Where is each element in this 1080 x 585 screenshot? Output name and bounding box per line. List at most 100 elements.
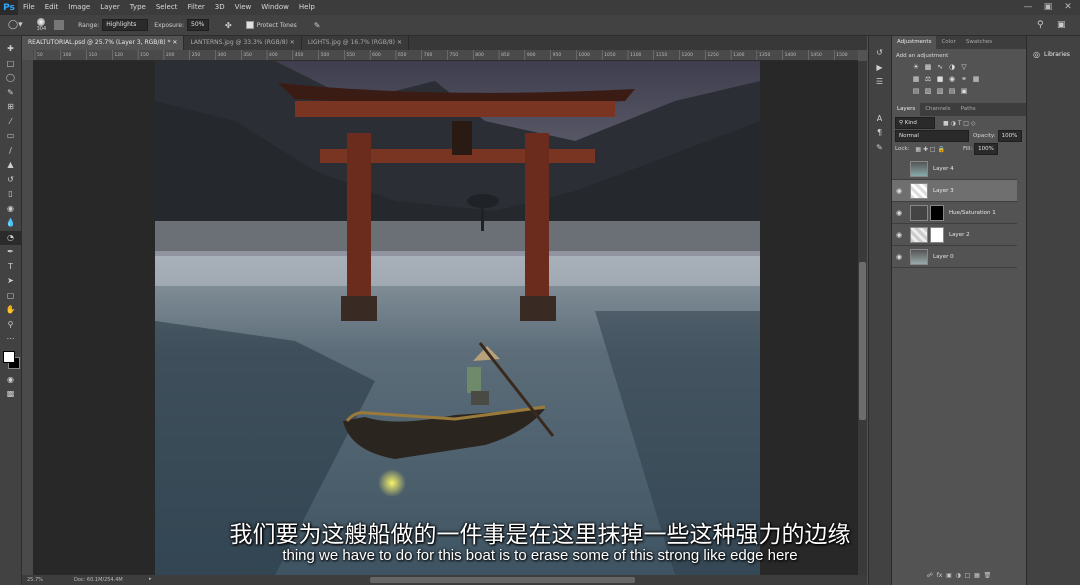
menu-file[interactable]: File bbox=[18, 0, 40, 15]
new-layer-icon[interactable]: ▦ bbox=[974, 572, 980, 579]
hue-saturation-icon[interactable]: ▦ bbox=[910, 75, 922, 83]
clone-stamp-tool-icon[interactable]: ▲ bbox=[0, 158, 21, 173]
paragraph-panel-icon[interactable]: ¶ bbox=[869, 126, 890, 141]
menu-type[interactable]: Type bbox=[125, 0, 151, 15]
path-selection-tool-icon[interactable]: ➤ bbox=[0, 274, 21, 289]
menu-help[interactable]: Help bbox=[294, 0, 320, 15]
screen-mode-icon[interactable]: ▩ bbox=[0, 387, 21, 402]
menu-3d[interactable]: 3D bbox=[210, 0, 230, 15]
horizontal-ruler[interactable]: 50 100 110 120 150 200 250 300 350 400 450 500 550 60… bbox=[33, 50, 858, 61]
type-tool-icon[interactable]: T bbox=[0, 260, 21, 275]
eye-icon[interactable]: ◉ bbox=[892, 231, 906, 239]
character-panel-icon[interactable]: A bbox=[869, 112, 890, 127]
new-group-icon[interactable]: □ bbox=[965, 572, 971, 579]
more-tools-icon[interactable]: ⋯ bbox=[0, 332, 21, 347]
tab-lanterns[interactable]: LANTERNS.jpg @ 33.3% (RGB/8) ✕ bbox=[184, 36, 302, 50]
close-tab-icon[interactable]: ✕ bbox=[397, 39, 402, 46]
history-brush-tool-icon[interactable]: ↺ bbox=[0, 173, 21, 188]
menu-select[interactable]: Select bbox=[151, 0, 183, 15]
exposure-field[interactable]: 50% bbox=[187, 19, 209, 31]
menu-edit[interactable]: Edit bbox=[40, 0, 64, 15]
dodge-tool-icon[interactable]: ◔ bbox=[0, 230, 21, 245]
fx-icon[interactable]: fx bbox=[937, 572, 943, 579]
move-tool-icon[interactable]: ✚ bbox=[0, 42, 21, 57]
workspace-icon[interactable]: ▣ bbox=[1057, 20, 1066, 30]
brightness-contrast-icon[interactable]: ☀ bbox=[910, 63, 922, 71]
brush-panel-icon[interactable] bbox=[54, 20, 65, 30]
tab-paths[interactable]: Paths bbox=[956, 103, 981, 116]
layer-row[interactable]: ◉ Layer 2 bbox=[892, 224, 1017, 246]
search-icon[interactable]: ⚲ bbox=[1037, 20, 1044, 30]
paint-bucket-tool-icon[interactable]: ◉ bbox=[0, 202, 21, 217]
properties-panel-icon[interactable]: ☰ bbox=[869, 75, 890, 90]
blur-tool-icon[interactable]: 💧 bbox=[0, 216, 21, 231]
eyedropper-tool-icon[interactable]: ⁄ bbox=[0, 115, 21, 130]
document-image[interactable] bbox=[155, 61, 760, 575]
layer-row[interactable]: ◉ Layer 0 bbox=[892, 246, 1017, 268]
invert-icon[interactable]: ▤ bbox=[910, 87, 922, 95]
posterize-icon[interactable]: ▨ bbox=[922, 87, 934, 95]
selective-color-icon[interactable]: ▣ bbox=[958, 87, 970, 95]
photo-filter-icon[interactable]: ◉ bbox=[946, 75, 958, 83]
color-balance-icon[interactable]: ⚖ bbox=[922, 75, 934, 83]
eye-icon[interactable]: ◉ bbox=[892, 253, 906, 261]
menu-layer[interactable]: Layer bbox=[95, 0, 125, 15]
lasso-tool-icon[interactable]: ◯ bbox=[0, 71, 21, 86]
add-mask-icon[interactable]: ▣ bbox=[946, 572, 952, 579]
actions-panel-icon[interactable]: ▶ bbox=[869, 61, 890, 76]
gradient-map-icon[interactable]: ▤ bbox=[946, 87, 958, 95]
quick-selection-tool-icon[interactable]: ✎ bbox=[0, 86, 21, 101]
layer-filter-kind[interactable]: ⚲ Kind bbox=[895, 117, 935, 129]
quick-mask-icon[interactable]: ◉ bbox=[0, 373, 21, 388]
color-lookup-icon[interactable]: ▦ bbox=[970, 75, 982, 83]
crop-tool-icon[interactable]: ⊞ bbox=[0, 100, 21, 115]
threshold-icon[interactable]: ▧ bbox=[934, 87, 946, 95]
status-menu-icon[interactable]: ▸ bbox=[149, 576, 152, 582]
zoom-tool-icon[interactable]: ⚲ bbox=[0, 318, 21, 333]
zoom-readout[interactable]: 25.7% bbox=[27, 577, 43, 583]
pressure-icon[interactable]: ✎ bbox=[314, 21, 321, 30]
minimize-icon[interactable]: — bbox=[1018, 0, 1038, 15]
protect-tones-checkbox[interactable] bbox=[245, 21, 254, 29]
eraser-tool-icon[interactable]: ▯ bbox=[0, 187, 21, 202]
black-white-icon[interactable]: ■ bbox=[934, 75, 946, 83]
brushes-panel-icon[interactable]: ✎ bbox=[869, 141, 890, 156]
tab-channels[interactable]: Channels bbox=[920, 103, 955, 116]
lock-icons[interactable]: ▦ ✚ □ 🔒 bbox=[915, 146, 945, 153]
history-panel-icon[interactable]: ↺ bbox=[869, 46, 890, 61]
horizontal-scroll-thumb[interactable] bbox=[370, 577, 635, 583]
opacity-field[interactable]: 100% bbox=[997, 130, 1022, 142]
tab-layers[interactable]: Layers bbox=[892, 103, 921, 116]
layer-filter-icons[interactable]: ■ ◑ T □ ◇ bbox=[943, 120, 975, 127]
eye-icon[interactable]: ◉ bbox=[892, 209, 906, 217]
rectangle-tool-icon[interactable]: ▢ bbox=[0, 289, 21, 304]
brush-preview[interactable]: 304 bbox=[37, 18, 46, 32]
menu-window[interactable]: Window bbox=[256, 0, 294, 15]
layer-row[interactable]: ◉ Layer 3 bbox=[892, 180, 1017, 202]
vertical-scroll-thumb[interactable] bbox=[859, 262, 866, 420]
tab-swatches[interactable]: Swatches bbox=[961, 36, 997, 49]
brush-tool-icon[interactable]: ∕ bbox=[0, 144, 21, 159]
channel-mixer-icon[interactable]: ⚭ bbox=[958, 75, 970, 83]
tab-realtutorial[interactable]: REALTUTORIAL.psd @ 25.7% (Layer 3, RGB/8… bbox=[22, 36, 185, 50]
hand-tool-icon[interactable]: ✋ bbox=[0, 303, 21, 318]
blend-mode-select[interactable]: Normal bbox=[895, 130, 969, 142]
libraries-button[interactable]: ◎ Libraries bbox=[1033, 50, 1080, 59]
menu-view[interactable]: View bbox=[230, 0, 257, 15]
layer-row[interactable]: ◉ Hue/Saturation 1 bbox=[892, 202, 1017, 224]
link-layers-icon[interactable]: ☍ bbox=[927, 572, 933, 579]
layer-row[interactable]: Layer 4 bbox=[892, 158, 1017, 180]
tab-lights[interactable]: LIGHTS.jpg @ 16.7% (RGB/8) ✕ bbox=[301, 36, 409, 50]
restore-icon[interactable]: ▣ bbox=[1038, 0, 1058, 15]
pen-tool-icon[interactable]: ✒ bbox=[0, 245, 21, 260]
dodge-tool-preset-icon[interactable]: ◯▾ bbox=[8, 20, 23, 30]
menu-filter[interactable]: Filter bbox=[182, 0, 209, 15]
new-adjustment-icon[interactable]: ◑ bbox=[956, 572, 961, 579]
eye-icon[interactable]: ◉ bbox=[892, 187, 906, 195]
color-swatches[interactable] bbox=[0, 347, 21, 373]
menu-image[interactable]: Image bbox=[63, 0, 95, 15]
close-tab-icon[interactable]: ✕ bbox=[172, 39, 177, 46]
levels-icon[interactable]: ▩ bbox=[922, 63, 934, 71]
curves-icon[interactable]: ∿ bbox=[934, 63, 946, 71]
range-select[interactable]: Highlights bbox=[102, 19, 149, 31]
